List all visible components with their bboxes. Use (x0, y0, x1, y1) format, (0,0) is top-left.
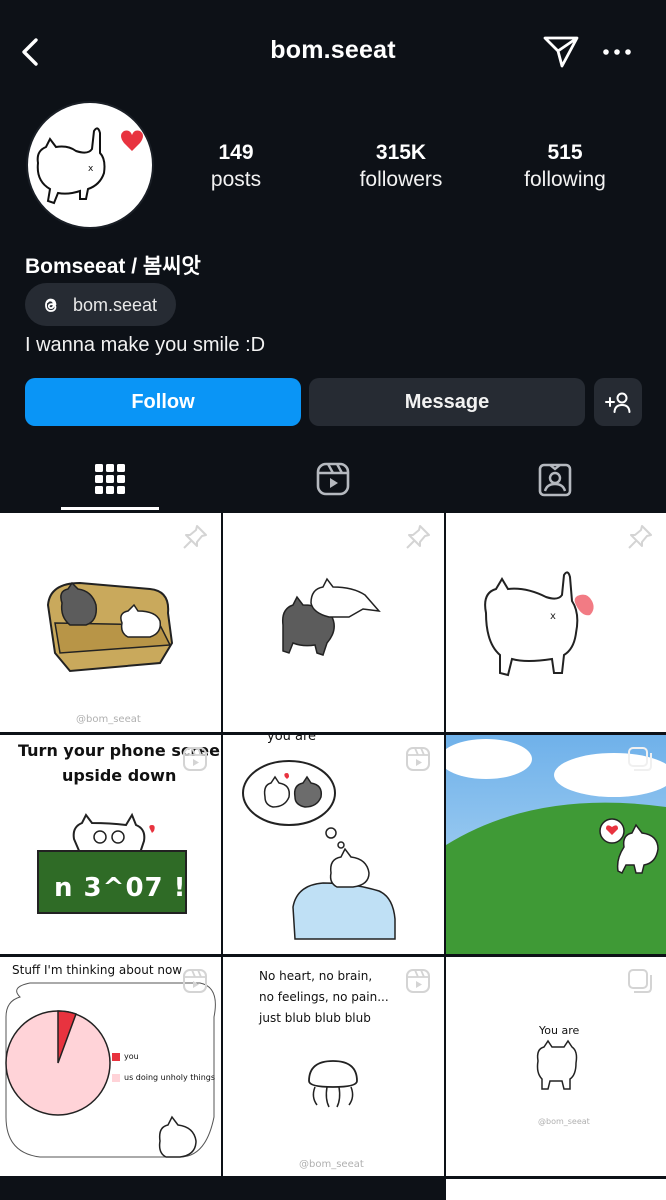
post-watermark: @bom_seeat (299, 1159, 364, 1170)
post-thumbnail[interactable] (0, 1179, 221, 1200)
profile-bio: I wanna make you smile :D (25, 334, 266, 356)
reel-icon (183, 969, 207, 993)
reels-icon (316, 462, 350, 496)
followers-label: followers (359, 168, 443, 191)
post-thumbnail[interactable] (446, 735, 666, 954)
post-thumbnail[interactable] (223, 1179, 444, 1200)
followers-count-stat[interactable]: 315K followers (331, 140, 471, 194)
post-watermark: @bom_seeat (538, 1117, 590, 1126)
post-watermark: @bom_seeat (76, 714, 141, 725)
followers-count: 315K (375, 141, 427, 164)
carousel-icon (628, 747, 652, 771)
reel-icon (406, 969, 430, 993)
legend-label: you (124, 1052, 139, 1061)
tagged-icon (538, 463, 572, 497)
post-thumbnail[interactable]: You are @bom_seeat (446, 957, 666, 1176)
svg-text:x: x (88, 164, 94, 174)
post-thumbnail[interactable] (446, 1179, 666, 1200)
post-thumbnail[interactable]: @bom_seeat (0, 513, 221, 732)
posts-grid: @bom_seeat x Turn your phone screen upsi… (0, 513, 666, 1200)
post-thumbnail[interactable]: Turn your phone screen upside down n 3^0… (0, 735, 221, 954)
legend-label: us doing unholy things (124, 1073, 216, 1082)
post-thumbnail[interactable]: x (446, 513, 666, 732)
threads-handle: bom.seeat (73, 295, 158, 315)
message-button[interactable]: Message (309, 378, 585, 426)
following-count-stat[interactable]: 515 following (495, 140, 635, 194)
reel-icon (183, 747, 207, 771)
add-user-icon (605, 392, 631, 413)
svg-text:x: x (550, 611, 556, 622)
more-dots-icon (603, 49, 631, 55)
active-tab-indicator (61, 507, 159, 510)
following-count: 515 (547, 141, 583, 164)
post-thumbnail[interactable]: Stuff I'm thinking about now you us doin… (0, 957, 221, 1176)
top-bar: bom.seeat (0, 0, 666, 104)
post-thumbnail[interactable] (223, 513, 444, 732)
posts-count: 149 (218, 141, 254, 164)
tab-reels[interactable] (222, 450, 444, 512)
threads-icon (45, 298, 57, 312)
share-profile-button[interactable] (542, 34, 580, 70)
profile-avatar[interactable]: x (26, 101, 154, 229)
cat-avatar-illustration: x (36, 127, 143, 205)
profile-full-name: Bomseeat / 봄씨앗 (25, 255, 201, 278)
threads-link-chip[interactable]: bom.seeat (25, 283, 176, 326)
following-label: following (524, 168, 606, 191)
pin-icon (628, 525, 652, 549)
board-text: n 3^07 ! (54, 873, 187, 903)
tab-posts-grid[interactable] (0, 450, 222, 512)
carousel-icon (628, 969, 652, 993)
grid-icon (95, 464, 125, 494)
reel-icon (406, 747, 430, 771)
post-thumbnail[interactable]: you are (223, 735, 444, 954)
suggested-users-button[interactable] (594, 378, 642, 426)
more-options-button[interactable] (600, 38, 634, 66)
pin-icon (183, 525, 207, 549)
post-thumbnail[interactable]: No heart, no brain, no feelings, no pain… (223, 957, 444, 1176)
paper-plane-icon (543, 36, 579, 68)
tab-tagged[interactable] (444, 450, 666, 512)
posts-count-stat[interactable]: 149 posts (166, 140, 306, 194)
follow-button[interactable]: Follow (25, 378, 301, 426)
posts-label: posts (210, 168, 262, 191)
pin-icon (406, 525, 430, 549)
